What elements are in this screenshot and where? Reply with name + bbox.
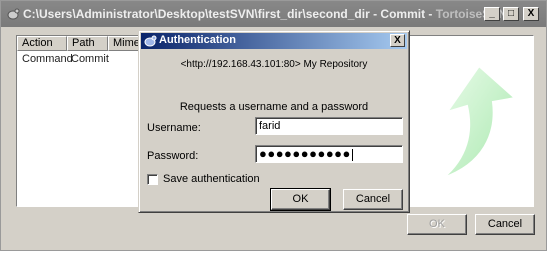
username-input[interactable] <box>255 117 403 135</box>
username-label: Username: <box>147 122 201 134</box>
main-title-path: C:\Users\Administrator\Desktop\testSVN\f… <box>23 7 436 21</box>
main-window-title: C:\Users\Administrator\Desktop\testSVN\f… <box>23 7 507 21</box>
auth-ok-button[interactable]: OK <box>270 188 331 211</box>
row-action-cell[interactable]: Command <box>22 53 73 65</box>
minimize-button[interactable]: _ <box>484 7 500 21</box>
password-input[interactable]: ●●●●●●●●●●● <box>255 145 403 163</box>
auth-prompt: Requests a username and a password <box>179 101 369 113</box>
save-authentication-label[interactable]: Save authentication <box>163 173 260 185</box>
authentication-dialog: Authentication X <http://192.168.43.101:… <box>138 30 410 213</box>
main-titlebar[interactable]: C:\Users\Administrator\Desktop\testSVN\f… <box>1 1 546 27</box>
column-header-action[interactable]: Action <box>17 36 67 51</box>
auth-titlebar[interactable]: Authentication X <box>141 33 407 49</box>
close-button[interactable]: X <box>523 7 539 21</box>
password-mask: ●●●●●●●●●●● <box>259 146 351 161</box>
repository-realm: <http://192.168.43.101:80> My Repository <box>180 59 368 70</box>
tortoisesvn-icon <box>7 8 20 20</box>
auth-close-button[interactable]: X <box>390 34 405 47</box>
column-header-path[interactable]: Path <box>67 36 108 51</box>
auth-cancel-button[interactable]: Cancel <box>343 189 403 210</box>
text-caret <box>351 148 353 161</box>
tortoisesvn-icon <box>144 35 157 47</box>
password-label: Password: <box>147 150 199 162</box>
save-authentication-checkbox[interactable] <box>147 174 158 185</box>
row-path-cell[interactable]: Commit <box>71 53 109 65</box>
commit-ok-button[interactable]: OK <box>407 214 467 235</box>
maximize-button[interactable]: □ <box>503 7 519 21</box>
commit-cancel-button[interactable]: Cancel <box>475 214 535 235</box>
auth-dialog-title: Authentication <box>159 34 236 46</box>
curved-arrow-icon <box>442 64 518 179</box>
